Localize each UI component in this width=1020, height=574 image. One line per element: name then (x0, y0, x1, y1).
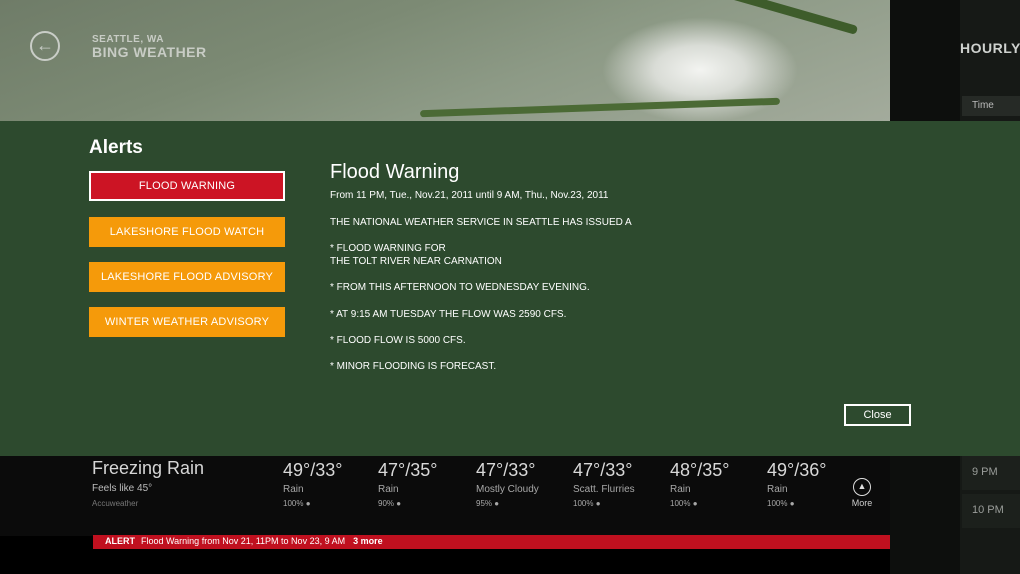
raindrop-icon: ● (692, 499, 698, 508)
app-title: BING WEATHER (92, 44, 207, 60)
alert-detail-line: * FROM THIS AFTERNOON TO WEDNESDAY EVENI… (330, 282, 590, 293)
alert-detail-line: THE TOLT RIVER NEAR CARNATION (330, 256, 502, 267)
alert-detail-title: Flood Warning (330, 161, 460, 183)
alert-detail-line: * AT 9:15 AM TUESDAY THE FLOW WAS 2590 C… (330, 309, 567, 320)
forecast-precip: 95% ● (476, 499, 500, 508)
forecast-day[interactable]: 47°/33° Scatt. Flurries 100% ● (573, 460, 663, 508)
hero-background-image (0, 0, 890, 121)
forecast-day[interactable]: 49°/33° Rain 100% ● (283, 460, 373, 508)
alert-item-flood-warning[interactable]: FLOOD WARNING (89, 171, 285, 201)
forecast-temps: 48°/35° (670, 460, 730, 480)
alert-banner-more[interactable]: 3 more (353, 536, 383, 546)
forecast-desc: Scatt. Flurries (573, 484, 635, 495)
forecast-temps: 49°/33° (283, 460, 343, 480)
current-condition: Freezing Rain (92, 458, 205, 478)
forecast-temps: 47°/35° (378, 460, 438, 480)
alert-detail-line: * FLOOD WARNING FOR (330, 243, 446, 254)
chevron-up-icon: ▲ (853, 478, 871, 496)
alert-banner-label: ALERT (105, 536, 135, 546)
grass-stem (701, 0, 859, 35)
feels-like: Feels like 45° (92, 483, 153, 494)
forecast-temps: 47°/33° (573, 460, 633, 480)
forecast-desc: Rain (670, 484, 691, 495)
forecast-temps: 49°/36° (767, 460, 827, 480)
hourly-title: HOURLY (960, 40, 1020, 56)
back-arrow-icon[interactable]: ← (30, 31, 60, 61)
forecast-desc: Rain (378, 484, 399, 495)
forecast-precip: 100% ● (670, 499, 698, 508)
alert-detail-range: From 11 PM, Tue., Nov.21, 2011 until 9 A… (330, 190, 609, 201)
alert-item-lakeshore-flood-advisory[interactable]: LAKESHORE FLOOD ADVISORY (89, 262, 285, 292)
data-provider: Accuweather (92, 499, 139, 508)
alert-banner[interactable]: ALERT Flood Warning from Nov 21, 11PM to … (93, 535, 890, 549)
raindrop-icon: ● (305, 499, 311, 508)
forecast-precip: 90% ● (378, 499, 402, 508)
alert-detail-line: * MINOR FLOODING IS FORECAST. (330, 361, 497, 372)
forecast-precip: 100% ● (283, 499, 311, 508)
forecast-precip: 100% ● (767, 499, 795, 508)
raindrop-icon: ● (789, 499, 795, 508)
forecast-day[interactable]: 47°/35° Rain 90% ● (378, 460, 468, 508)
forecast-day[interactable]: 48°/35° Rain 100% ● (670, 460, 760, 508)
raindrop-icon: ● (396, 499, 402, 508)
alert-item-lakeshore-flood-watch[interactable]: LAKESHORE FLOOD WATCH (89, 217, 285, 247)
raindrop-icon: ● (494, 499, 500, 508)
forecast-day[interactable]: 47°/33° Mostly Cloudy 95% ● (476, 460, 566, 508)
forecast-day[interactable]: 49°/36° Rain 100% ● (767, 460, 857, 508)
alerts-dialog-title: Alerts (89, 137, 143, 158)
forecast-temps: 47°/33° (476, 460, 536, 480)
more-forecast-button[interactable]: ▲ More (850, 478, 874, 508)
close-button[interactable]: Close (844, 404, 911, 426)
hourly-row-time: 9 PM (962, 456, 1020, 490)
more-label: More (851, 498, 873, 508)
forecast-desc: Mostly Cloudy (476, 484, 539, 495)
alert-detail-line: * FLOOD FLOW IS 5000 CFS. (330, 335, 466, 346)
alert-detail-line: THE NATIONAL WEATHER SERVICE IN SEATTLE … (330, 217, 632, 228)
raindrop-icon: ● (595, 499, 601, 508)
hourly-time-header: Time (962, 96, 1020, 116)
hourly-row-time: 10 PM (962, 494, 1020, 528)
alert-item-winter-weather-advisory[interactable]: WINTER WEATHER ADVISORY (89, 307, 285, 337)
alert-banner-text: Flood Warning from Nov 21, 11PM to Nov 2… (141, 536, 346, 546)
grass-stem (419, 97, 781, 118)
forecast-desc: Rain (283, 484, 304, 495)
forecast-precip: 100% ● (573, 499, 601, 508)
forecast-desc: Rain (767, 484, 788, 495)
